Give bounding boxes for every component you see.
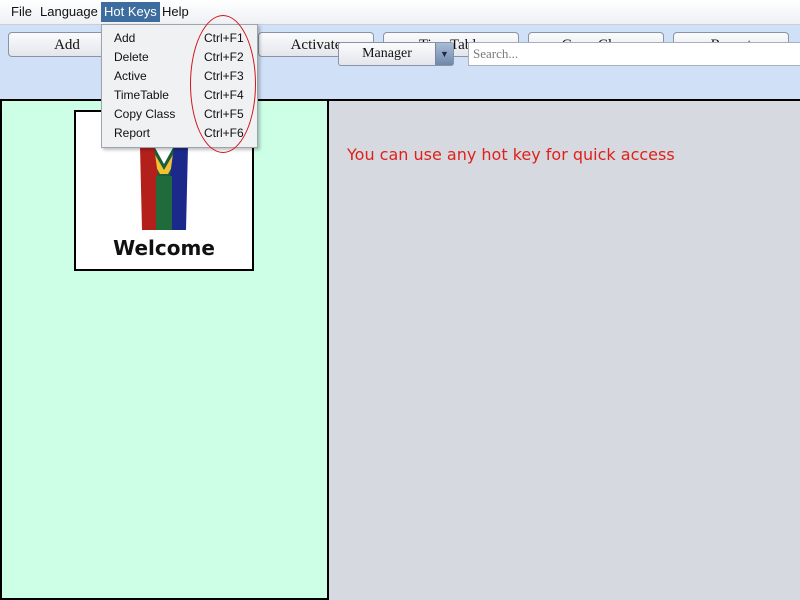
hotkey-item-add[interactable]: Add Ctrl+F1 [102,29,257,48]
search-input[interactable] [468,42,800,66]
hotkey-item-shortcut: Ctrl+F1 [204,31,244,45]
hotkey-item-shortcut: Ctrl+F4 [204,88,244,102]
menu-bar: File Language Hot Keys Help [0,0,800,25]
hotkey-item-label: TimeTable [114,88,169,102]
hotkey-item-timetable[interactable]: TimeTable Ctrl+F4 [102,86,257,105]
hotkey-item-label: Copy Class [114,107,176,121]
hotkey-item-report[interactable]: Report Ctrl+F6 [102,124,257,143]
hotkey-item-copy-class[interactable]: Copy Class Ctrl+F5 [102,105,257,124]
hotkeys-dropdown: Add Ctrl+F1 Delete Ctrl+F2 Active Ctrl+F… [101,24,258,148]
hotkey-info-text: You can use any hot key for quick access [347,145,675,164]
hotkey-item-shortcut: Ctrl+F3 [204,69,244,83]
hotkey-item-shortcut: Ctrl+F6 [204,126,244,140]
hotkey-item-label: Delete [114,50,149,64]
chevron-down-icon[interactable]: ▼ [435,43,453,65]
menu-hot-keys[interactable]: Hot Keys [101,2,160,22]
role-select-value: Manager [362,46,412,61]
hotkey-item-label: Report [114,126,151,140]
menu-file[interactable]: File [8,2,35,22]
menu-language[interactable]: Language [37,2,101,22]
hotkey-item-active[interactable]: Active Ctrl+F3 [102,67,257,86]
hotkey-item-label: Active [114,69,147,83]
hotkey-item-delete[interactable]: Delete Ctrl+F2 [102,48,257,67]
hotkey-item-label: Add [114,31,136,45]
hotkey-item-shortcut: Ctrl+F2 [204,50,244,64]
welcome-caption: Welcome [113,236,215,260]
hotkey-item-shortcut: Ctrl+F5 [204,107,244,121]
menu-help[interactable]: Help [159,2,192,22]
main-panel [329,99,800,600]
role-select[interactable]: Manager ▼ [338,42,454,66]
